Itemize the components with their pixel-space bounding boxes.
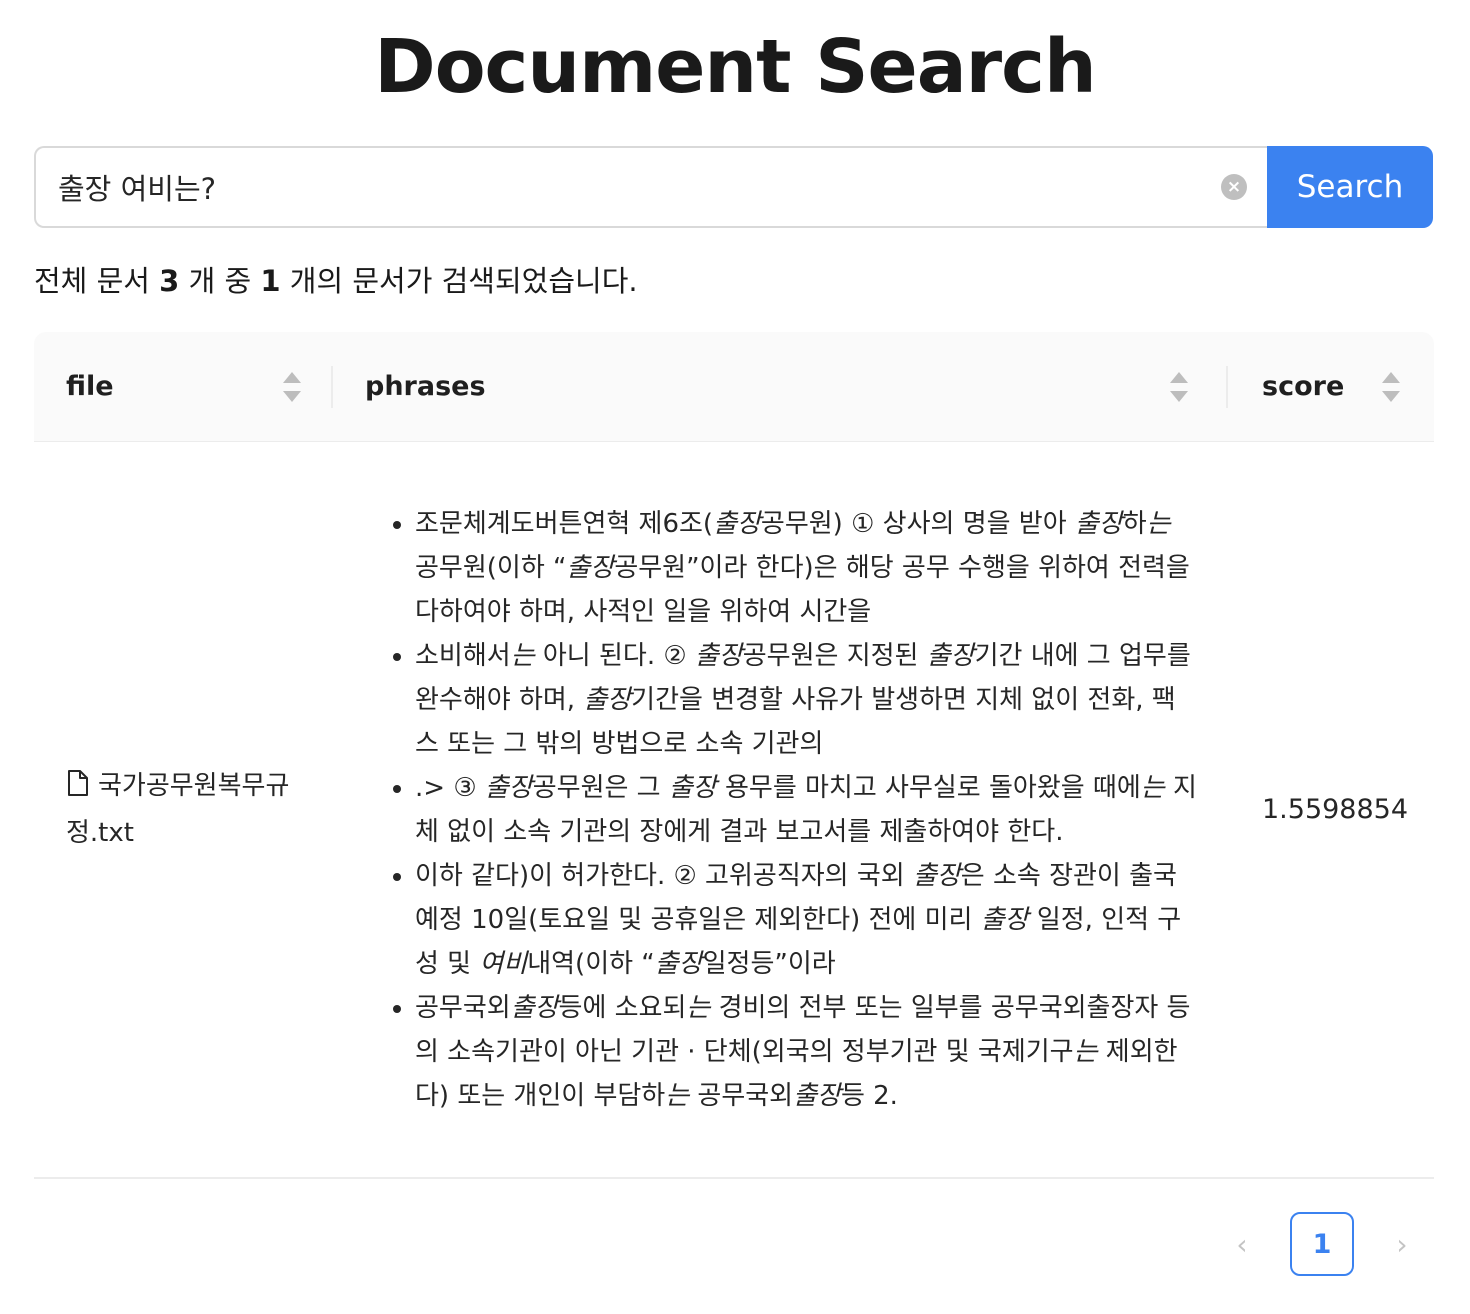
phrase-highlight: 출장 — [926, 640, 975, 671]
phrase-text: 일정등”이라 — [702, 948, 836, 979]
phrase-highlight: 는 — [1146, 508, 1171, 539]
summary-middle: 개 중 — [179, 264, 261, 298]
phrase-highlight: 출장 — [713, 508, 761, 539]
phrase-highlight: 출장 — [1074, 508, 1123, 539]
phrase-item: 이하 같다)이 허가한다. ② 고위공직자의 국외 출장은 소속 장관이 출국예… — [415, 854, 1198, 986]
column-header-score[interactable]: score — [1228, 332, 1434, 442]
phrase-item: .> ③ 출장공무원은 그 출장 용무를 마치고 사무실로 돌아왔을 때에는 지… — [415, 766, 1198, 854]
phrase-item: 공무국외출장등에 소요되는 경비의 전부 또는 일부를 공무국외출장자 등의 소… — [415, 986, 1198, 1118]
summary-prefix: 전체 문서 — [34, 264, 160, 298]
phrase-text: 용무를 마치고 사무실로 돌아왔을 때에 — [716, 772, 1141, 803]
chevron-left-icon[interactable]: ‹ — [1212, 1212, 1272, 1276]
phrase-text: 등 2. — [840, 1080, 898, 1111]
page: Document Search × Search 전체 문서 3 개 중 1 개… — [0, 0, 1470, 1314]
phrase-item: 소비해서는 아니 된다. ② 출장공무원은 지정된 출장기간 내에 그 업무를 … — [415, 634, 1198, 766]
summary-found: 1 — [260, 264, 281, 298]
clear-icon[interactable]: × — [1221, 174, 1247, 200]
sort-icon[interactable] — [283, 371, 301, 402]
chevron-right-icon[interactable]: › — [1372, 1212, 1432, 1276]
phrase-text: 공무원은 지정된 — [742, 640, 927, 671]
phrase-text: 하 — [1122, 508, 1147, 539]
file-name: 국가공무원복무규정.txt — [66, 771, 290, 848]
page-item-current[interactable]: 1 — [1290, 1212, 1354, 1276]
column-header-file-label: file — [66, 371, 114, 402]
phrase-highlight: 는 — [665, 1080, 690, 1111]
phrase-text: 공무원(이하 “ — [415, 552, 567, 583]
search-bar: × Search — [34, 146, 1433, 228]
page-title: Document Search — [374, 24, 1096, 110]
phrase-text: 내역(이하 “ — [527, 948, 655, 979]
phrase-highlight: 출장 — [583, 684, 632, 715]
table-header: file phrases score — [34, 332, 1434, 442]
sort-icon[interactable] — [1382, 371, 1400, 402]
table-row: 국가공무원복무규정.txt 조문체계도버튼연혁 제6조(출장공무원) ① 상사의… — [34, 442, 1434, 1179]
phrases-cell: 조문체계도버튼연혁 제6조(출장공무원) ① 상사의 명을 받아 출장하는 공무… — [333, 502, 1228, 1118]
phrase-highlight: 출장 — [510, 992, 559, 1023]
column-header-phrases-label: phrases — [365, 371, 486, 402]
phrase-highlight: 출장 — [566, 552, 615, 583]
phrase-text: 소비해서 — [415, 640, 511, 671]
phrase-item: 조문체계도버튼연혁 제6조(출장공무원) ① 상사의 명을 받아 출장하는 공무… — [415, 502, 1198, 634]
phrase-highlight: 출장 — [484, 772, 533, 803]
file-icon — [66, 767, 90, 811]
phrase-text: 공무원) ① 상사의 명을 받아 — [760, 508, 1075, 539]
phrase-highlight: 출장 — [980, 904, 1029, 935]
phrase-text: 이하 같다)이 허가한다. ② 고위공직자의 국외 — [415, 860, 913, 891]
phrase-highlight: 출장 — [654, 948, 703, 979]
score-cell: 1.5598854 — [1262, 794, 1409, 825]
phrase-text: 조문체계도버튼연혁 제6조( — [415, 508, 714, 539]
phrase-highlight: 출장 — [668, 772, 717, 803]
summary-suffix: 개의 문서가 검색되었습니다. — [280, 264, 638, 298]
phrase-highlight: 는 — [1140, 772, 1165, 803]
phrase-text: .> ③ — [415, 772, 485, 803]
column-header-file[interactable]: file — [34, 332, 333, 442]
phrase-highlight: 출장 — [912, 860, 961, 891]
results-table: file phrases score 국가공무원복무규정.txt • 조문체계도… — [34, 332, 1434, 1179]
summary-total: 3 — [159, 264, 180, 298]
phrase-text: 공무원은 그 — [532, 772, 669, 803]
result-summary: 전체 문서 3 개 중 1 개의 문서가 검색되었습니다. — [34, 258, 638, 300]
file-cell: 국가공무원복무규정.txt — [34, 764, 333, 855]
search-button[interactable]: Search — [1267, 146, 1433, 228]
phrase-highlight: 출장 — [694, 640, 743, 671]
phrase-text: 공무국외 — [689, 1080, 794, 1111]
phrase-text: 공무국외 — [415, 992, 511, 1023]
search-input[interactable] — [58, 170, 1221, 204]
phrase-list: 조문체계도버튼연혁 제6조(출장공무원) ① 상사의 명을 받아 출장하는 공무… — [393, 502, 1198, 1118]
column-header-score-label: score — [1262, 371, 1345, 402]
phrase-text: 아니 된다. ② — [534, 640, 695, 671]
pagination: ‹ 1 › — [1212, 1212, 1432, 1276]
phrase-text: 등에 소요되 — [558, 992, 687, 1023]
phrase-highlight: 는 — [686, 992, 711, 1023]
sort-icon[interactable] — [1170, 371, 1188, 402]
phrase-highlight: 는 — [1073, 1036, 1098, 1067]
search-input-wrapper[interactable]: × — [34, 146, 1267, 228]
column-header-phrases[interactable]: phrases — [333, 332, 1228, 442]
phrase-highlight: 여비 — [479, 948, 528, 979]
phrase-highlight: 출장 — [793, 1080, 841, 1111]
phrase-highlight: 는 — [510, 640, 535, 671]
